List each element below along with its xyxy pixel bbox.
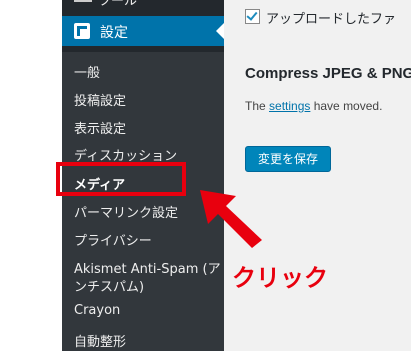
submenu-item-reading[interactable]: 表示設定	[74, 118, 126, 137]
click-annotation: クリック	[232, 264, 328, 292]
submenu-item-crayon[interactable]: Crayon	[74, 303, 120, 318]
upload-organize-checkbox[interactable]	[245, 9, 260, 24]
section-title: Compress JPEG & PNG	[245, 65, 411, 82]
settings-icon	[74, 23, 90, 39]
submenu-item-permalinks[interactable]: パーマリンク設定	[74, 202, 178, 221]
active-indicator	[216, 23, 224, 39]
save-changes-button[interactable]: 変更を保存	[245, 146, 331, 172]
sidebar-item-tools[interactable]: ツール	[62, 0, 224, 9]
moved-prefix: The	[245, 99, 270, 113]
red-arrow-icon	[200, 190, 262, 248]
wrench-icon	[74, 0, 92, 2]
media-highlight-box	[56, 162, 186, 196]
submenu-item-akismet[interactable]: Akismet Anti-Spam (ア	[74, 258, 221, 277]
submenu-item-akismet-cont[interactable]: ンチスパム)	[74, 276, 144, 295]
left-gutter	[0, 0, 62, 351]
settings-content	[224, 0, 411, 351]
moved-suffix: have moved.	[310, 99, 383, 113]
settings-moved-notice: The settings have moved.	[245, 99, 382, 113]
sidebar-item-label: ツール	[98, 0, 138, 9]
submenu-item-autoformat[interactable]: 自動整形	[74, 331, 126, 350]
submenu-item-writing[interactable]: 投稿設定	[74, 90, 126, 109]
sidebar-item-label: 設定	[100, 25, 128, 41]
submenu-item-general[interactable]: 一般	[74, 62, 100, 81]
checkbox-label: アップロードしたファ	[266, 12, 397, 27]
settings-link[interactable]: settings	[269, 99, 310, 113]
sidebar-item-settings[interactable]: 設定	[62, 16, 224, 46]
submenu-item-privacy[interactable]: プライバシー	[74, 230, 152, 249]
